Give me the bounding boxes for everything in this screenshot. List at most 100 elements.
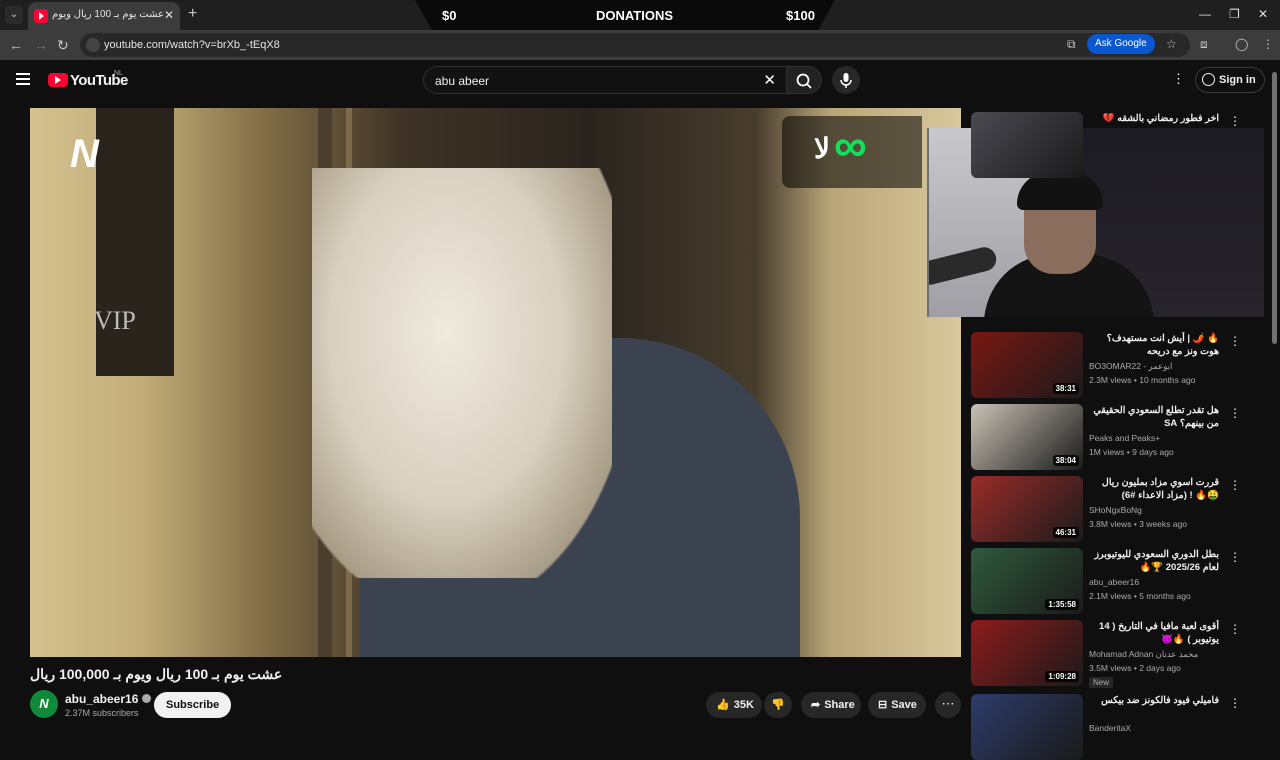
back-icon[interactable]: ← [9, 37, 23, 53]
video-title: عشت يوم بـ 100 ريال ويوم بـ 100,000 ريال [30, 666, 283, 682]
recommended-video[interactable]: اخر فطور رمضاني بالشقه 💔 ⋮ [971, 112, 1241, 178]
video-thumbnail[interactable]: 46:31 [971, 476, 1083, 542]
scrollbar-thumb[interactable] [1272, 72, 1277, 344]
bookmark-star-icon[interactable]: ☆ [1166, 37, 1177, 51]
install-app-icon[interactable]: ⧉ [1067, 37, 1076, 52]
video-thumbnail[interactable]: 38:04 [971, 404, 1083, 470]
recommended-video[interactable]: 38:31 🔥 🌶️ | أيش انت مستهدف؟ هوت ونز مع د… [971, 332, 1241, 398]
ask-google-button[interactable]: Ask Google [1087, 34, 1155, 54]
recommended-video-title[interactable]: قررت اسوي مزاد بمليون ريال 🤑🔥 ! (مزاد ال… [1089, 476, 1219, 502]
video-duration: 38:04 [1052, 455, 1079, 466]
settings-menu-icon[interactable]: ⋮ [1172, 71, 1185, 87]
donations-goal: $100 [786, 8, 815, 23]
profile-icon[interactable]: ◯ [1235, 37, 1248, 51]
video-thumbnail[interactable]: 38:31 [971, 332, 1083, 398]
tab-title: عشت يوم بـ 100 ريال ويوم بـ 100,000 [52, 9, 164, 20]
recommended-video-title[interactable]: هل تقدر تطلع السعودي الحقيقي من بينهم؟ S… [1089, 404, 1219, 430]
more-actions-icon[interactable]: ⋯ [935, 692, 961, 718]
microphone-icon [840, 73, 852, 88]
recommended-channel-name[interactable]: SHoNgxBoNg [1089, 505, 1142, 515]
video-options-icon[interactable]: ⋮ [1229, 478, 1241, 492]
window-close-icon[interactable]: ✕ [1258, 7, 1268, 21]
recommended-video[interactable]: فاميلي فيود فالكونز ضد بيكس BanderitaX ⋮ [971, 694, 1241, 760]
hamburger-menu-icon[interactable] [16, 73, 30, 88]
subscribe-button[interactable]: Subscribe [154, 692, 232, 718]
sponsor-badge: ﻻ ∞ [782, 116, 922, 188]
site-info-icon[interactable] [86, 38, 100, 52]
channel-watermark-icon: N [70, 132, 99, 176]
video-thumbnail[interactable] [971, 112, 1083, 178]
recommended-video[interactable]: 38:04 هل تقدر تطلع السعودي الحقيقي من بين… [971, 404, 1241, 470]
tab-close-icon[interactable]: ✕ [164, 8, 174, 22]
save-label: Save [891, 699, 917, 711]
restore-icon[interactable]: ❐ [1229, 7, 1240, 21]
channel-name-text[interactable]: abu_abeer16 [65, 692, 138, 706]
recommended-channel-name[interactable]: BanderitaX [1089, 723, 1131, 733]
tab-search-button[interactable]: ⌄ [5, 6, 23, 24]
channel-avatar[interactable]: N [30, 690, 58, 718]
recommended-video-title[interactable]: 🔥 🌶️ | أيش انت مستهدف؟ هوت ونز مع دريحه [1089, 332, 1219, 358]
recommended-video-meta: 2.1M views • 5 months ago [1089, 591, 1191, 601]
infinity-logo-icon: ∞ [834, 119, 867, 171]
recommended-channel-name[interactable]: BO3OMAR22 - ابوعمر [1089, 361, 1172, 372]
share-button[interactable]: ➦ Share [801, 692, 861, 718]
recommended-video[interactable]: 1:09:28 أقوى لعبة مافيا في التاريخ ( 14 ي… [971, 620, 1241, 688]
clear-search-icon[interactable]: ✕ [763, 71, 776, 89]
dislike-button[interactable]: 👎 [764, 692, 792, 718]
video-options-icon[interactable]: ⋮ [1229, 114, 1241, 128]
video-thumbnail[interactable]: 1:09:28 [971, 620, 1083, 686]
video-duration: 38:31 [1052, 383, 1079, 394]
door-sign-text: VIP [94, 306, 136, 335]
sponsor-arabic-logo-icon: ﻻ [814, 133, 830, 164]
new-badge: New [1089, 677, 1114, 688]
bookmark-icon: ⊟ [878, 699, 888, 711]
recommended-channel-name[interactable]: Mohamad Adnan محمد عدنان [1089, 649, 1198, 660]
recommended-video-title[interactable]: بطل الدوري السعودي لليوتيوبرز لعام 2025/… [1089, 548, 1219, 574]
recommended-video[interactable]: 46:31 قررت اسوي مزاد بمليون ريال 🤑🔥 ! (مز… [971, 476, 1241, 542]
video-duration: 1:35:58 [1045, 599, 1079, 610]
donations-overlay: $0 DONATIONS $100 [415, 0, 835, 30]
recommended-video-title[interactable]: أقوى لعبة مافيا في التاريخ ( 14 يوتيوبر … [1089, 620, 1219, 646]
minimize-icon[interactable]: — [1199, 7, 1211, 21]
youtube-favicon-icon [34, 9, 48, 23]
recommended-channel-name[interactable]: Peaks and Peaks+ [1089, 433, 1160, 443]
like-button[interactable]: 👍 35K [706, 692, 762, 718]
youtube-play-logo-icon [48, 73, 68, 87]
forward-icon[interactable]: → [34, 37, 48, 53]
new-tab-icon[interactable]: + [188, 5, 197, 23]
reload-icon[interactable]: ↻ [57, 37, 69, 54]
recommended-video[interactable]: 1:35:58 بطل الدوري السعودي لليوتيوبرز لعا… [971, 548, 1241, 614]
video-options-icon[interactable]: ⋮ [1229, 334, 1241, 348]
url-text[interactable]: youtube.com/watch?v=brXb_-tEqX8 [104, 39, 280, 51]
video-options-icon[interactable]: ⋮ [1229, 696, 1241, 710]
video-options-icon[interactable]: ⋮ [1229, 406, 1241, 420]
recommended-video-title[interactable]: اخر فطور رمضاني بالشقه 💔 [1089, 112, 1219, 125]
voice-search-button[interactable] [832, 66, 860, 94]
user-icon [1202, 73, 1215, 86]
video-thumbnail[interactable]: 1:35:58 [971, 548, 1083, 614]
verified-icon [142, 694, 152, 703]
video-options-icon[interactable]: ⋮ [1229, 550, 1241, 564]
subscriber-count: 2.37M subscribers [65, 708, 139, 718]
save-button[interactable]: ⊟ Save [868, 692, 926, 718]
video-player[interactable]: VIP N ﻻ ∞ [30, 108, 961, 657]
address-bar[interactable]: youtube.com/watch?v=brXb_-tEqX8 [80, 33, 1190, 57]
browser-tab-active[interactable]: عشت يوم بـ 100 ريال ويوم بـ 100,000 ✕ [28, 2, 180, 30]
donations-current: $0 [442, 8, 457, 23]
search-value[interactable]: abu abeer [435, 74, 489, 88]
extensions-icon[interactable]: ⧈ [1200, 37, 1208, 52]
video-options-icon[interactable]: ⋮ [1229, 622, 1241, 636]
recommended-channel-name[interactable]: abu_abeer16 [1089, 577, 1139, 587]
search-button[interactable] [786, 66, 822, 94]
recommended-video-title[interactable]: فاميلي فيود فالكونز ضد بيكس [1089, 694, 1219, 707]
channel-name[interactable]: abu_abeer16 [65, 692, 152, 706]
sign-in-button[interactable]: Sign in [1195, 67, 1265, 93]
video-thumbnail[interactable] [971, 694, 1083, 760]
browser-menu-icon[interactable]: ⋮ [1262, 37, 1274, 51]
search-input[interactable]: abu abeer ✕ [423, 66, 786, 94]
browser-tab-strip: ⌄ عشت يوم بـ 100 ريال ويوم بـ 100,000 ✕ … [0, 0, 1280, 30]
sign-in-label: Sign in [1219, 74, 1256, 86]
like-count: 35K [733, 699, 754, 711]
video-duration: 46:31 [1052, 527, 1079, 538]
share-label: Share [824, 699, 855, 711]
